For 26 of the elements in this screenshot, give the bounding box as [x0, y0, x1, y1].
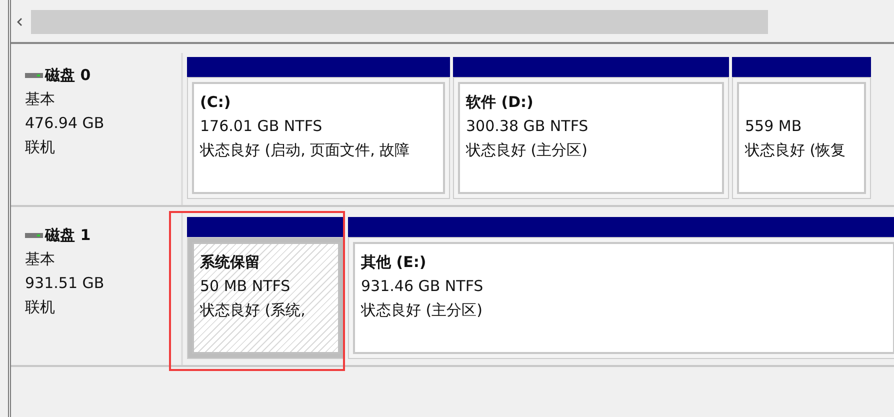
disk-name: 磁盘 1: [45, 225, 91, 246]
disk-capacity: 476.94 GB: [25, 113, 106, 134]
disk-capacity: 931.51 GB: [25, 273, 106, 294]
disk-status: 联机: [25, 297, 56, 318]
disk-type: 基本: [25, 89, 56, 110]
disk-drive-icon: [25, 232, 43, 238]
disk-drive-icon: [25, 72, 43, 78]
partition-label: 其他 (E:): [361, 252, 428, 273]
partition-size: 559 MB: [745, 116, 803, 137]
partition-status: 状态良好 (主分区): [466, 140, 588, 161]
partition-label: (C:): [200, 92, 232, 113]
partition-status: 状态良好 (启动, 页面文件, 故障: [200, 140, 411, 161]
partition-label: 软件 (D:): [466, 92, 534, 113]
partition-status: 状态良好 (主分区): [361, 300, 484, 321]
disk-type: 基本: [25, 249, 56, 270]
scroll-left-icon[interactable]: [15, 17, 25, 27]
partition-label: 系统保留: [200, 252, 261, 273]
partition-size: 931.46 GB NTFS: [361, 276, 484, 297]
partition-size: 176.01 GB NTFS: [200, 116, 324, 137]
partition-status: 状态良好 (恢复: [745, 140, 847, 161]
disk-status: 联机: [25, 137, 56, 158]
partition-status: 状态良好 (系统,: [200, 300, 306, 321]
scrollbar-thumb[interactable]: [31, 10, 768, 34]
partition-size: 50 MB NTFS: [200, 276, 292, 297]
disk-name: 磁盘 0: [45, 65, 91, 86]
partition-size: 300.38 GB NTFS: [466, 116, 590, 137]
